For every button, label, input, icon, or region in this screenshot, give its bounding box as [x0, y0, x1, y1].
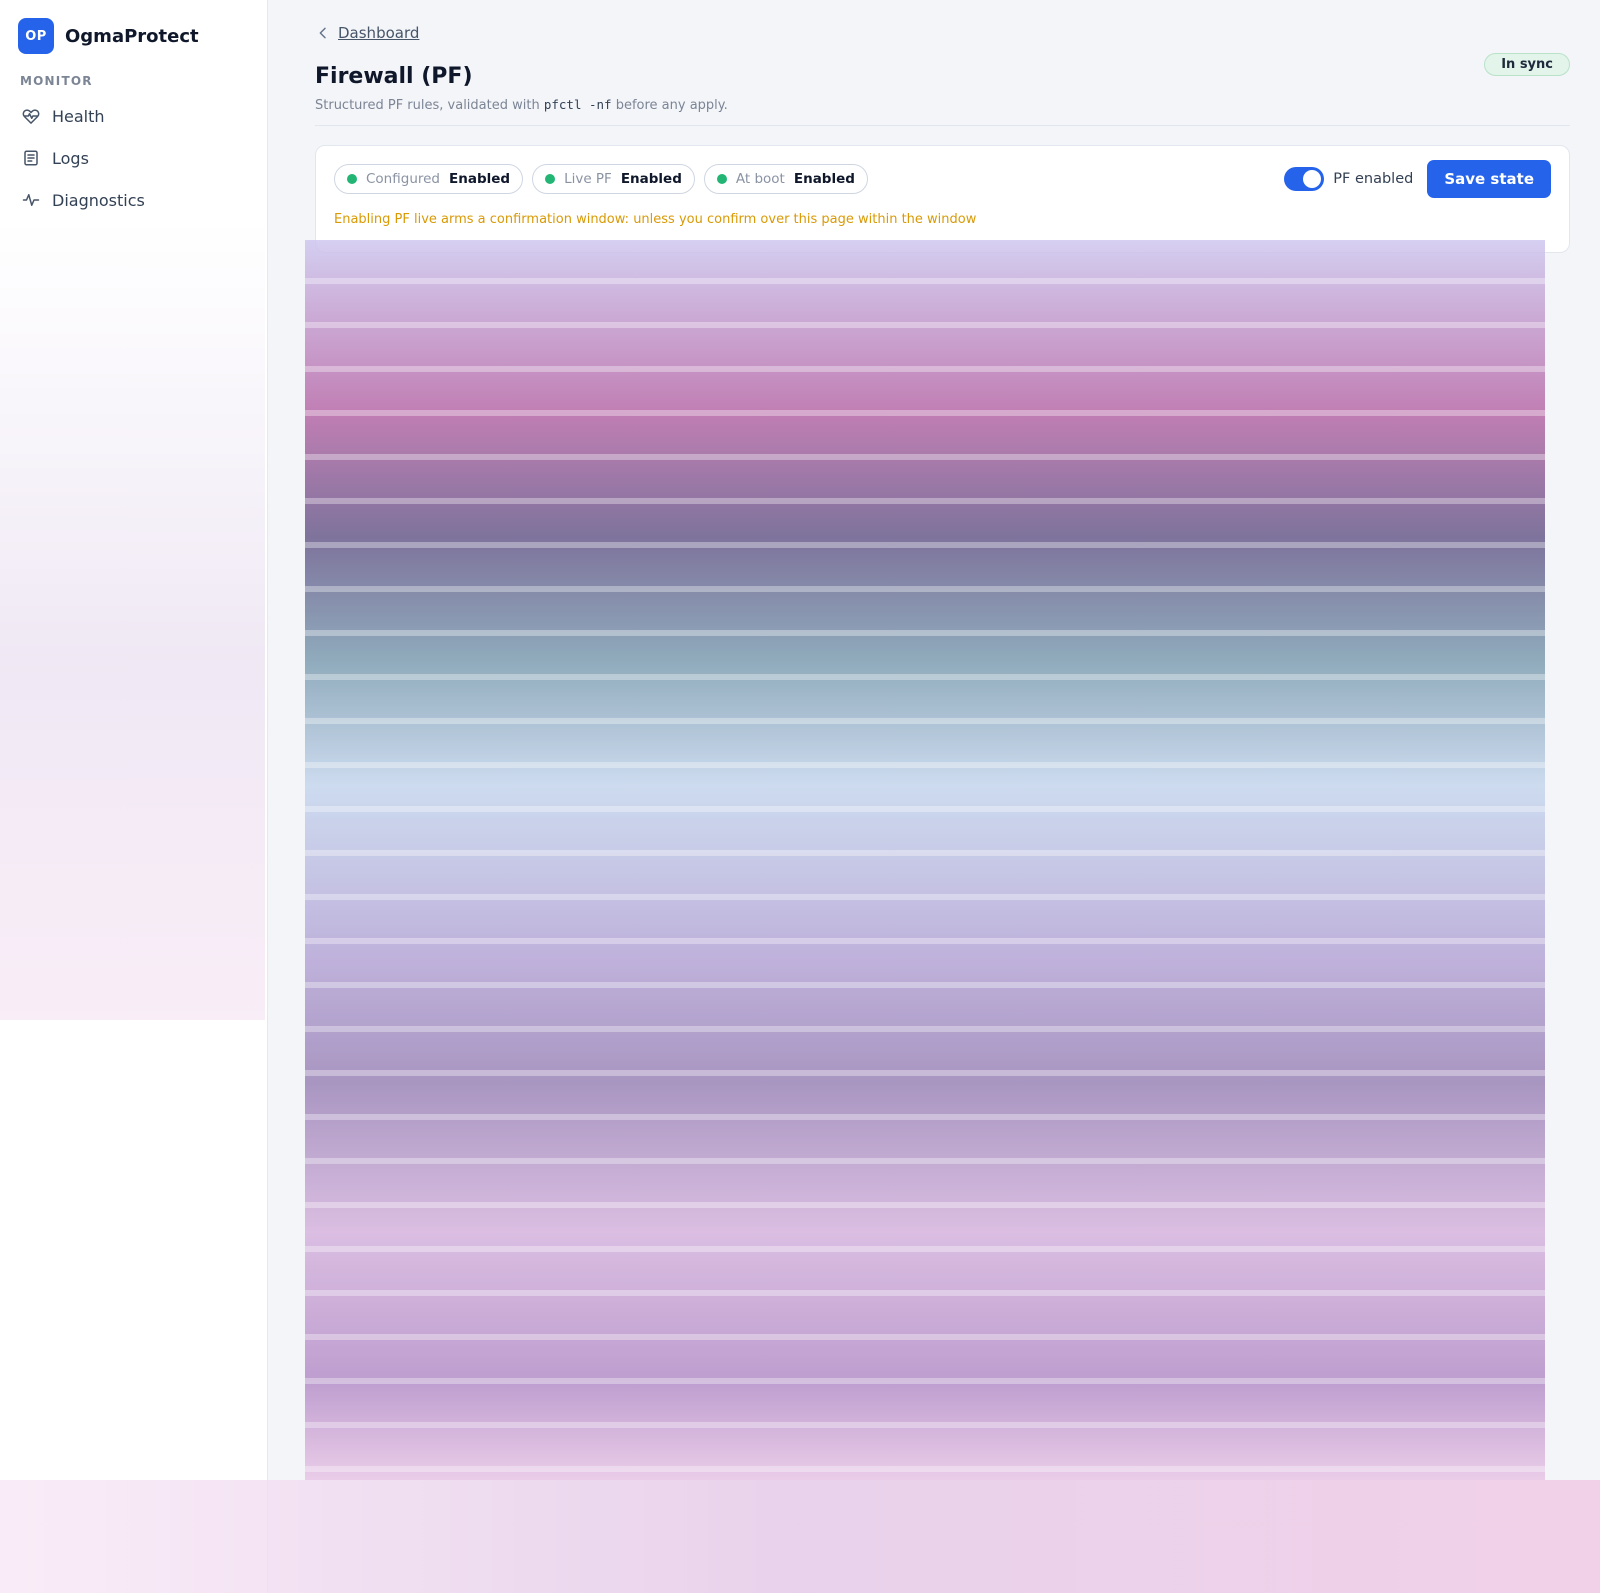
title-row: Firewall (PF) In sync	[315, 53, 1570, 89]
sidebar-item-label: Diagnostics	[52, 190, 145, 210]
pf-enabled-label: PF enabled	[1333, 171, 1414, 187]
pf-controls: PF enabled Save state	[1284, 160, 1551, 198]
obscured-footer-region	[0, 1480, 1600, 1593]
heart-pulse-icon	[20, 105, 42, 127]
sidebar-item-label: Logs	[52, 148, 89, 168]
state-pill-live: Live PF Enabled	[532, 164, 695, 194]
toggle-knob	[1303, 170, 1322, 188]
save-state-button[interactable]: Save state	[1427, 160, 1551, 198]
subtitle-text-end: before any apply.	[611, 98, 728, 113]
obscured-rules-region	[305, 240, 1545, 1480]
brand-name: OgmaProtect	[65, 25, 199, 47]
pill-key: Configured	[366, 171, 440, 187]
confirmation-warning: Enabling PF live arms a confirmation win…	[334, 212, 977, 227]
sidebar-item-diagnostics[interactable]: Diagnostics	[0, 180, 267, 220]
activity-icon	[20, 189, 42, 211]
state-pill-boot: At boot Enabled	[703, 164, 868, 194]
sidebar-section-label: MONITOR	[20, 74, 93, 88]
breadcrumb: Dashboard	[315, 24, 1570, 42]
pill-key: Live PF	[564, 171, 612, 187]
pill-value: Enabled	[620, 171, 682, 187]
pf-state-card: Configured Enabled Live PF Enabled At bo…	[315, 145, 1570, 253]
pill-value: Enabled	[793, 171, 855, 187]
pf-enabled-toggle[interactable]	[1284, 167, 1325, 191]
sidebar-nav: Health Logs Diagnostics	[0, 96, 267, 220]
state-pills: Configured Enabled Live PF Enabled At bo…	[334, 164, 868, 194]
breadcrumb-dashboard-link[interactable]: Dashboard	[338, 24, 419, 42]
state-pill-configured: Configured Enabled	[334, 164, 524, 194]
page-subtitle: Structured PF rules, validated with pfct…	[315, 97, 1570, 113]
subtitle-text: Structured PF rules, validated with	[315, 98, 544, 113]
sidebar-item-logs[interactable]: Logs	[0, 138, 267, 178]
main-content: Dashboard Firewall (PF) In sync Structur…	[315, 0, 1570, 253]
chevron-left-icon	[315, 25, 331, 41]
status-dot-icon	[347, 174, 357, 184]
page-title: Firewall (PF)	[315, 64, 473, 89]
pill-value: Enabled	[449, 171, 511, 187]
obscured-sidebar-region	[0, 220, 265, 1020]
brand[interactable]: OP OgmaProtect	[0, 0, 267, 54]
pf-state-card-top: Configured Enabled Live PF Enabled At bo…	[334, 160, 1551, 198]
subtitle-code: pfctl -nf	[543, 97, 612, 112]
status-dot-icon	[545, 174, 556, 184]
brand-logo: OP	[18, 18, 54, 54]
status-badge: In sync	[1484, 53, 1570, 76]
sidebar-item-health[interactable]: Health	[0, 96, 267, 136]
status-dot-icon	[716, 174, 727, 184]
sidebar-item-label: Health	[52, 106, 105, 126]
document-lines-icon	[20, 147, 42, 169]
pill-key: At boot	[735, 171, 785, 187]
divider	[315, 125, 1570, 126]
